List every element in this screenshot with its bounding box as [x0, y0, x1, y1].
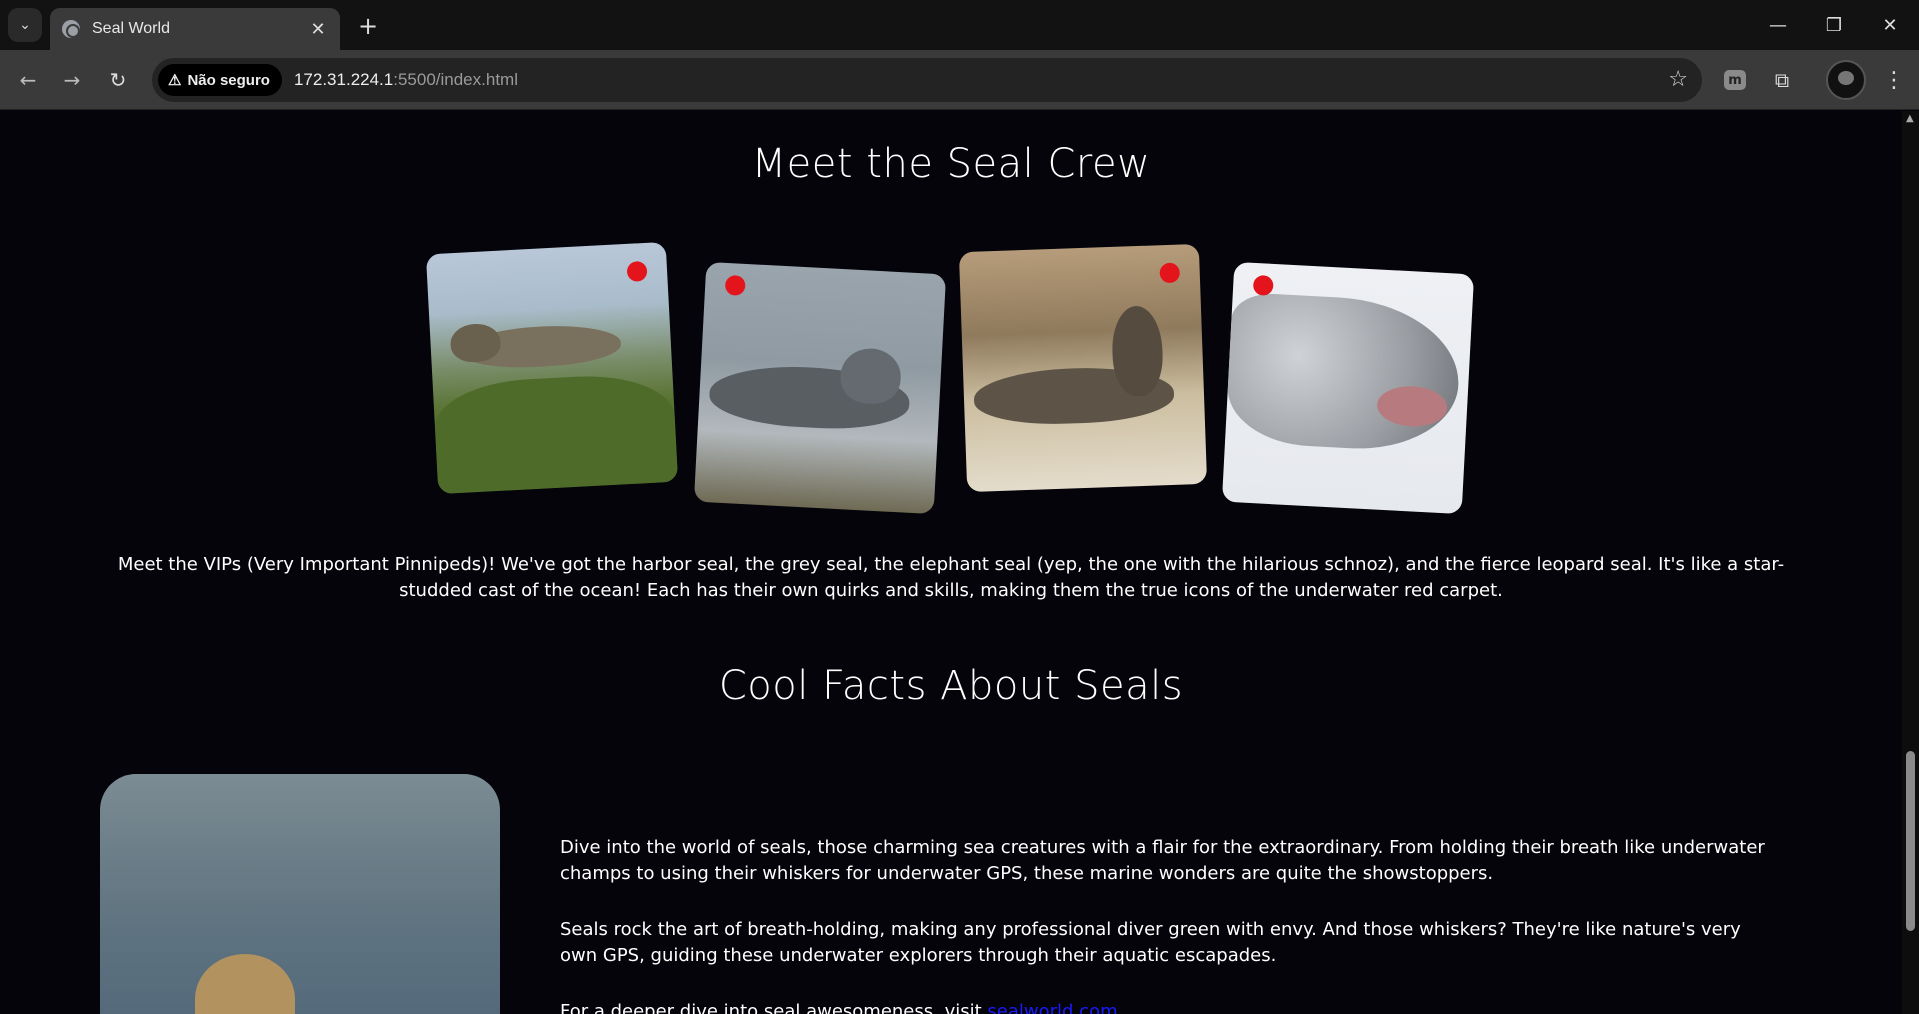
bookmark-star-icon[interactable]: ☆ [1668, 67, 1688, 92]
new-tab-button[interactable]: + [352, 10, 384, 42]
browser-tab-bar: ⌄ Seal World ✕ + — ❐ ✕ [0, 0, 1919, 50]
browser-tab[interactable]: Seal World ✕ [50, 8, 340, 50]
seal-figure [1225, 291, 1463, 454]
minimize-button[interactable]: — [1750, 0, 1806, 50]
restore-button[interactable]: ❐ [1806, 0, 1862, 50]
browser-toolbar: ← → ↻ ⚠ Não seguro 172.31.224.1:5500/ind… [0, 50, 1919, 110]
m-extension-icon: m [1724, 70, 1746, 90]
warning-icon: ⚠ [168, 72, 182, 89]
chevron-down-icon: ⌄ [19, 17, 31, 33]
browser-menu-button[interactable]: ⋮ [1878, 64, 1910, 96]
red-dot-marker [1159, 262, 1181, 284]
url-text[interactable]: 172.31.224.1:5500/index.html [294, 70, 518, 90]
seal-card-harbor[interactable] [425, 241, 679, 495]
close-icon: ✕ [1882, 14, 1898, 36]
scrollbar-thumb[interactable] [1906, 751, 1915, 931]
page-scrollbar[interactable]: ▲ [1902, 111, 1919, 1014]
crew-section-title: Meet the Seal Crew [751, 141, 1151, 187]
plus-icon: + [357, 12, 379, 40]
minimize-icon: — [1769, 14, 1787, 36]
more-vert-icon: ⋮ [1883, 67, 1905, 93]
seal-card-grey[interactable] [693, 261, 947, 515]
mossy-rock [432, 371, 679, 495]
security-label: Não seguro [187, 71, 270, 89]
url-path: :5500/index.html [393, 70, 518, 89]
facts-paragraph-3-text: For a deeper dive into seal awesomeness,… [560, 1001, 988, 1014]
seal-card-elephant[interactable] [958, 243, 1208, 493]
puzzle-icon: ⧉ [1774, 68, 1790, 92]
reload-button[interactable]: ↻ [102, 64, 134, 96]
facts-section-title: Cool Facts About Seals [718, 663, 1184, 709]
address-bar[interactable]: ⚠ Não seguro 172.31.224.1:5500/index.htm… [152, 58, 1702, 102]
arrow-right-icon: → [63, 68, 81, 92]
scroll-up-arrow-icon[interactable]: ▲ [1906, 113, 1914, 124]
seal-head [839, 347, 903, 406]
facts-paragraph-2: Seals rock the art of breath-holding, ma… [560, 919, 1741, 966]
sealworld-link[interactable]: sealworld.com [987, 1001, 1117, 1014]
security-indicator[interactable]: ⚠ Não seguro [158, 64, 282, 96]
back-button[interactable]: ← [12, 64, 44, 96]
profile-avatar[interactable] [1826, 60, 1866, 100]
red-dot-marker [1252, 274, 1274, 296]
m-extension-button[interactable]: m [1719, 64, 1751, 96]
seal-card-leopard[interactable] [1221, 261, 1475, 515]
red-dot-marker [626, 260, 648, 282]
extensions-button[interactable]: ⧉ [1766, 64, 1798, 96]
arrow-left-icon: ← [19, 68, 37, 92]
sea-lion-image [100, 774, 500, 1014]
window-close-button[interactable]: ✕ [1862, 0, 1918, 50]
forward-button[interactable]: → [56, 64, 88, 96]
page-viewport: Meet the Seal Crew Meet the VIPs (Very I… [0, 111, 1902, 1014]
restore-icon: ❐ [1825, 14, 1843, 36]
reload-icon: ↻ [109, 68, 127, 92]
close-icon[interactable]: ✕ [308, 19, 328, 40]
tab-search-button[interactable]: ⌄ [8, 8, 42, 42]
seal-head [1110, 305, 1164, 397]
facts-paragraph-1: Dive into the world of seals, those char… [560, 837, 1765, 884]
globe-icon [62, 20, 80, 38]
sea-lion-figure [195, 954, 295, 1014]
red-dot-marker [724, 274, 746, 296]
tab-title: Seal World [92, 20, 170, 37]
facts-paragraph-3: For a deeper dive into seal awesomeness,… [560, 999, 1780, 1014]
url-host: 172.31.224.1 [293, 70, 394, 89]
crew-description: Meet the VIPs (Very Important Pinnipeds)… [117, 554, 1785, 601]
